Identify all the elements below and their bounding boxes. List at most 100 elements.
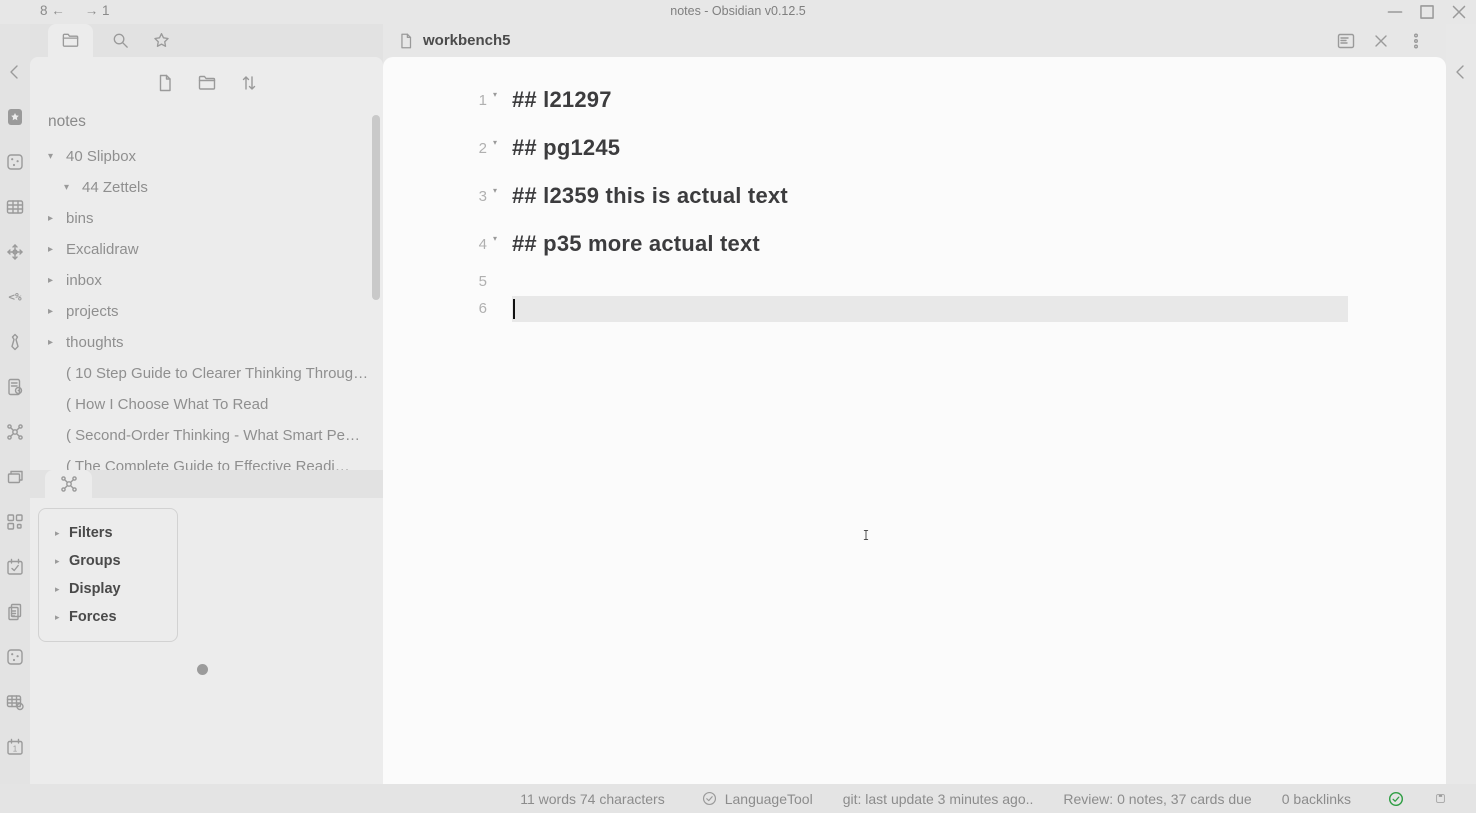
line-number: 3 xyxy=(383,188,487,205)
collapse-left-sidebar-button[interactable] xyxy=(5,62,25,82)
tree-folder-item[interactable]: ▸inbox xyxy=(30,265,383,296)
expand-right-sidebar-button[interactable] xyxy=(1451,62,1471,82)
graph-section-label: Filters xyxy=(69,525,113,541)
graph-section-display[interactable]: ▸Display xyxy=(39,575,177,603)
expand-arrow-icon: ▸ xyxy=(48,275,66,286)
close-button[interactable] xyxy=(1448,1,1470,23)
tie-icon[interactable] xyxy=(5,332,25,352)
review-status[interactable]: Review: 0 notes, 37 cards due xyxy=(1063,791,1251,807)
fold-arrow-icon: ▾ xyxy=(487,90,512,99)
explorer-scrollbar[interactable] xyxy=(372,115,380,300)
right-sidebar-collapsed xyxy=(1446,24,1476,784)
blocks-icon[interactable] xyxy=(5,512,25,532)
navigation-history: 8 ← → 1 xyxy=(40,3,110,18)
calendar-day-icon[interactable]: 1 xyxy=(5,737,25,757)
copy-documents-icon[interactable] xyxy=(5,602,25,622)
tree-file-item[interactable]: ( Second-Order Thinking - What Smart Pe… xyxy=(30,420,383,451)
tree-item-label: ( Second-Order Thinking - What Smart Pe… xyxy=(66,427,374,444)
svg-text:1: 1 xyxy=(13,745,18,754)
line-number: 2 xyxy=(383,140,487,157)
sidebar-tab-folder[interactable] xyxy=(48,24,93,57)
languagetool-status[interactable]: LanguageTool xyxy=(701,790,813,807)
editor-line[interactable]: 4▾## p35 more actual text xyxy=(383,220,1446,268)
minimize-button[interactable] xyxy=(1384,1,1406,23)
editor-line[interactable]: 6 xyxy=(383,295,1446,322)
tree-file-item[interactable]: ( How I Choose What To Read xyxy=(30,389,383,420)
graph-settings-card: ▸Filters▸Groups▸Display▸Forces xyxy=(38,508,178,642)
card-stack-icon[interactable] xyxy=(5,467,25,487)
dice-icon[interactable] xyxy=(5,152,25,172)
line-text: ## p35 more actual text xyxy=(512,231,1446,257)
graph-section-forces[interactable]: ▸Forces xyxy=(39,603,177,631)
editor-line[interactable]: 5 xyxy=(383,268,1446,295)
sidebar-tab-search[interactable] xyxy=(102,24,138,57)
tree-folder-item[interactable]: ▸Excalidraw xyxy=(30,234,383,265)
folder-icon xyxy=(61,31,80,50)
tree-file-item[interactable]: ( 10 Step Guide to Clearer Thinking Thro… xyxy=(30,358,383,389)
editor-line[interactable]: 3▾## l2359 this is actual text xyxy=(383,172,1446,220)
expand-arrow-icon: ▸ xyxy=(48,337,66,348)
maximize-button[interactable] xyxy=(1416,1,1438,23)
bookmark-star-icon[interactable] xyxy=(5,107,25,127)
tree-folder-item[interactable]: ▾40 Slipbox xyxy=(30,141,383,172)
history-back-count[interactable]: 8 ← xyxy=(40,3,65,18)
graph-section-groups[interactable]: ▸Groups xyxy=(39,547,177,575)
explorer-header xyxy=(30,57,383,93)
reading-view-button[interactable] xyxy=(1336,31,1356,51)
tree-item-label: 40 Slipbox xyxy=(66,148,150,165)
graph-section-label: Groups xyxy=(69,553,121,569)
expand-arrow-icon: ▸ xyxy=(48,213,66,224)
tree-folder-item[interactable]: ▸thoughts xyxy=(30,327,383,358)
tree-item-label: Excalidraw xyxy=(66,241,153,258)
new-file-button[interactable] xyxy=(155,73,175,93)
graph-pane: ▸Filters▸Groups▸Display▸Forces xyxy=(30,470,383,784)
editor-line[interactable]: 1▾## l21297 xyxy=(383,76,1446,124)
graph-icon[interactable] xyxy=(5,422,25,442)
collapse-arrow-icon: ▾ xyxy=(64,182,82,193)
sidebar-tabstrip xyxy=(30,24,383,57)
tab-local-graph[interactable] xyxy=(45,470,92,498)
tree-folder-item[interactable]: ▸projects xyxy=(30,296,383,327)
editor-pane: workbench5 1▾## l212972▾## pg12453▾## l2… xyxy=(383,24,1446,784)
backlinks-count[interactable]: 0 backlinks xyxy=(1282,791,1351,807)
more-options-button[interactable] xyxy=(1406,31,1426,51)
table-icon[interactable] xyxy=(5,197,25,217)
tree-item-label: ( 10 Step Guide to Clearer Thinking Thro… xyxy=(66,365,382,382)
tree-folder-item[interactable]: ▸bins xyxy=(30,203,383,234)
close-button[interactable] xyxy=(1371,31,1391,51)
graph-node[interactable] xyxy=(197,664,208,675)
tree-folder-item[interactable]: ▾44 Zettels xyxy=(30,172,383,203)
new-folder-button[interactable] xyxy=(197,73,217,93)
tree-item-label: inbox xyxy=(66,272,116,289)
arrow-right-icon: → xyxy=(85,3,99,18)
green-circle-check-icon xyxy=(1387,790,1405,808)
history-forward-count[interactable]: → 1 xyxy=(85,3,110,18)
templater-icon[interactable]: <% xyxy=(5,287,25,307)
git-status[interactable]: git: last update 3 minutes ago.. xyxy=(843,791,1034,807)
dice-icon[interactable] xyxy=(5,647,25,667)
graph-section-filters[interactable]: ▸Filters xyxy=(39,519,177,547)
tree-file-item[interactable]: ( The Complete Guide to Effective Readi… xyxy=(30,451,383,470)
line-text: ## pg1245 xyxy=(512,135,1446,161)
sidebar-tab-star[interactable] xyxy=(143,24,179,57)
left-ribbon: <% 1 xyxy=(0,24,30,784)
editor-header-actions xyxy=(1336,31,1426,51)
circle-check-icon xyxy=(701,790,718,807)
table-gear-icon[interactable] xyxy=(5,692,25,712)
editor-header: workbench5 xyxy=(383,24,1446,57)
expand-arrow-icon: ▸ xyxy=(55,584,69,595)
arrow-left-icon: ← xyxy=(51,3,65,18)
tree-item-label: thoughts xyxy=(66,334,138,351)
vault-name[interactable]: notes xyxy=(48,113,383,131)
titlebar: 8 ← → 1 notes - Obsidian v0.12.5 xyxy=(0,0,1476,24)
move-arrows-icon[interactable] xyxy=(5,242,25,262)
editor-line[interactable]: 2▾## pg1245 xyxy=(383,124,1446,172)
editor-body[interactable]: 1▾## l212972▾## pg12453▾## l2359 this is… xyxy=(383,57,1446,784)
graph-tabstrip xyxy=(30,470,383,498)
document-gear-icon[interactable] xyxy=(5,377,25,397)
calendar-check-icon[interactable] xyxy=(5,557,25,577)
ok-status[interactable] xyxy=(1387,790,1405,808)
graph-view: ▸Filters▸Groups▸Display▸Forces xyxy=(30,498,383,784)
note-title: workbench5 xyxy=(423,32,511,49)
sort-button[interactable] xyxy=(239,73,259,93)
